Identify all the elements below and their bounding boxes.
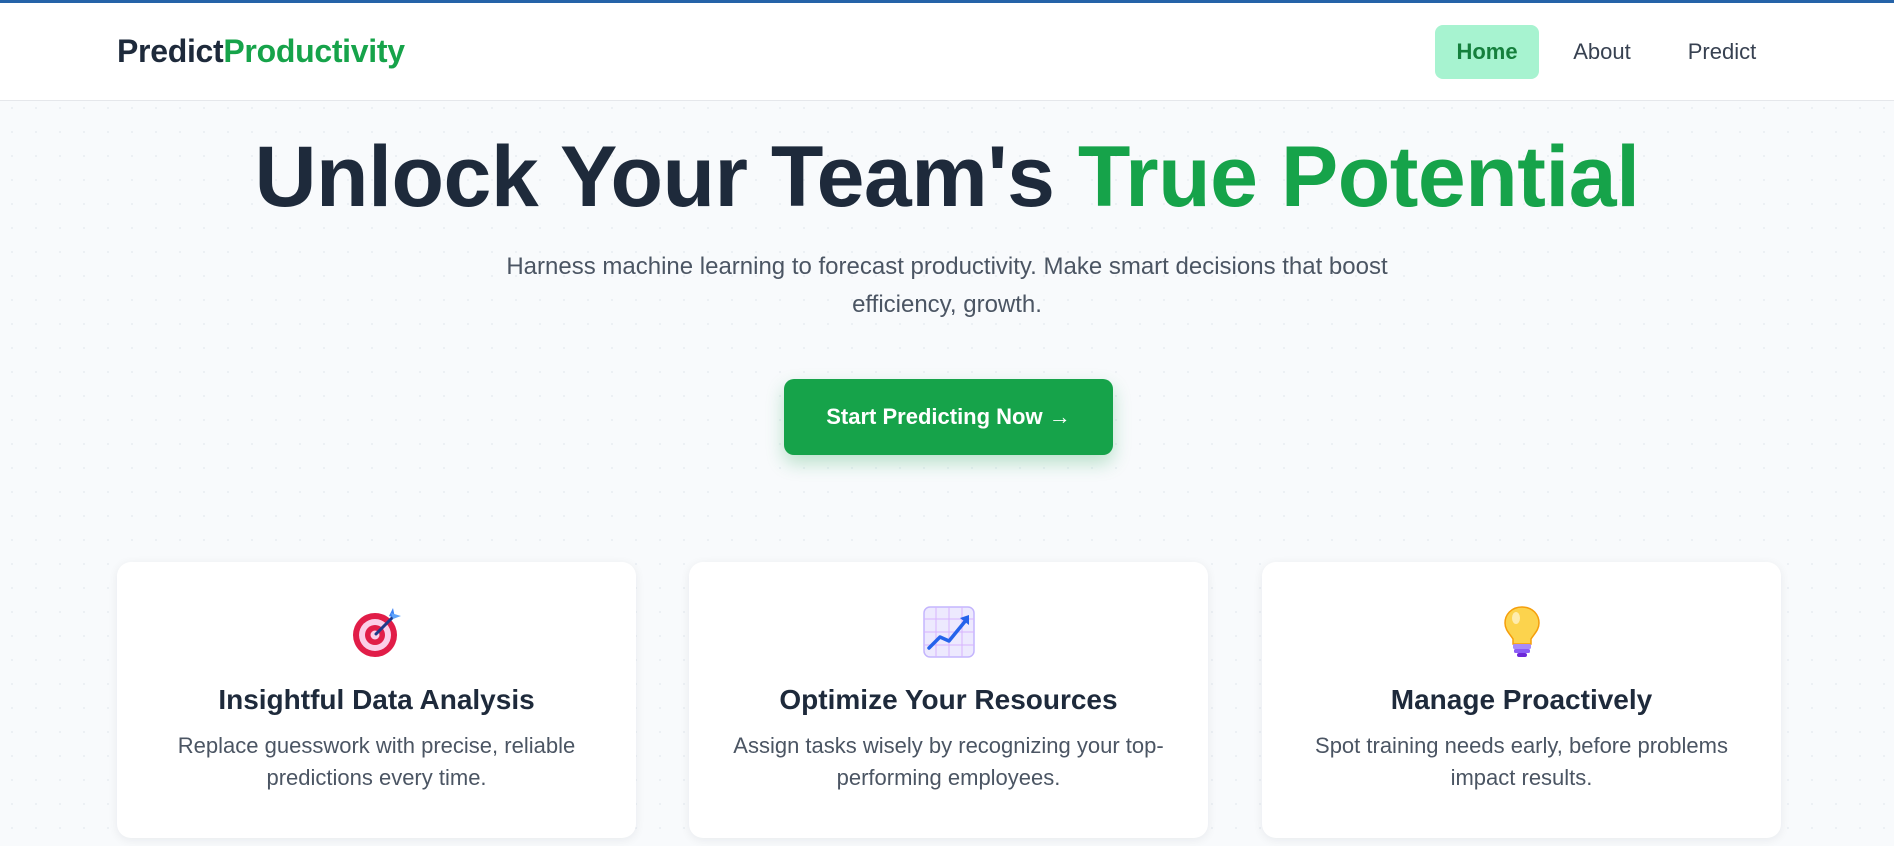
feature-description: Assign tasks wisely by recognizing your …	[733, 733, 1164, 790]
brand-part2: Productivity	[223, 33, 405, 69]
target-icon	[117, 604, 636, 660]
feature-title: Manage Proactively	[1390, 684, 1653, 715]
chart-increasing-icon	[689, 604, 1208, 660]
feature-card-data-analysis: Insightful Data Analysis Replace guesswo…	[117, 562, 636, 838]
nav-about-link[interactable]: About	[1556, 25, 1648, 79]
feature-title: Optimize Your Resources	[779, 684, 1118, 715]
start-predicting-button[interactable]: Start Predicting Now →	[784, 379, 1113, 455]
hero-title: Unlock Your Team's True Potential	[0, 124, 1894, 230]
hero-title-accent: True Potential	[1077, 129, 1640, 225]
brand-logo[interactable]: PredictProductivity	[117, 31, 405, 71]
nav-home-link[interactable]: Home	[1435, 25, 1539, 79]
hero-title-main: Unlock Your Team's	[254, 129, 1078, 225]
nav-predict-link[interactable]: Predict	[1672, 25, 1772, 79]
brand-part1: Predict	[117, 33, 224, 69]
navbar: PredictProductivity Home About Predict	[0, 3, 1894, 101]
feature-title: Insightful Data Analysis	[218, 684, 535, 715]
feature-card-optimize-resources: Optimize Your Resources Assign tasks wis…	[689, 562, 1208, 838]
feature-description: Replace guesswork with precise, reliable…	[177, 733, 576, 790]
feature-description: Spot training needs early, before proble…	[1315, 733, 1728, 790]
hero-subtitle: Harness machine learning to forecast pro…	[506, 253, 1388, 318]
feature-card-manage-proactively: Manage Proactively Spot training needs e…	[1262, 562, 1781, 838]
lightbulb-icon	[1262, 604, 1781, 660]
